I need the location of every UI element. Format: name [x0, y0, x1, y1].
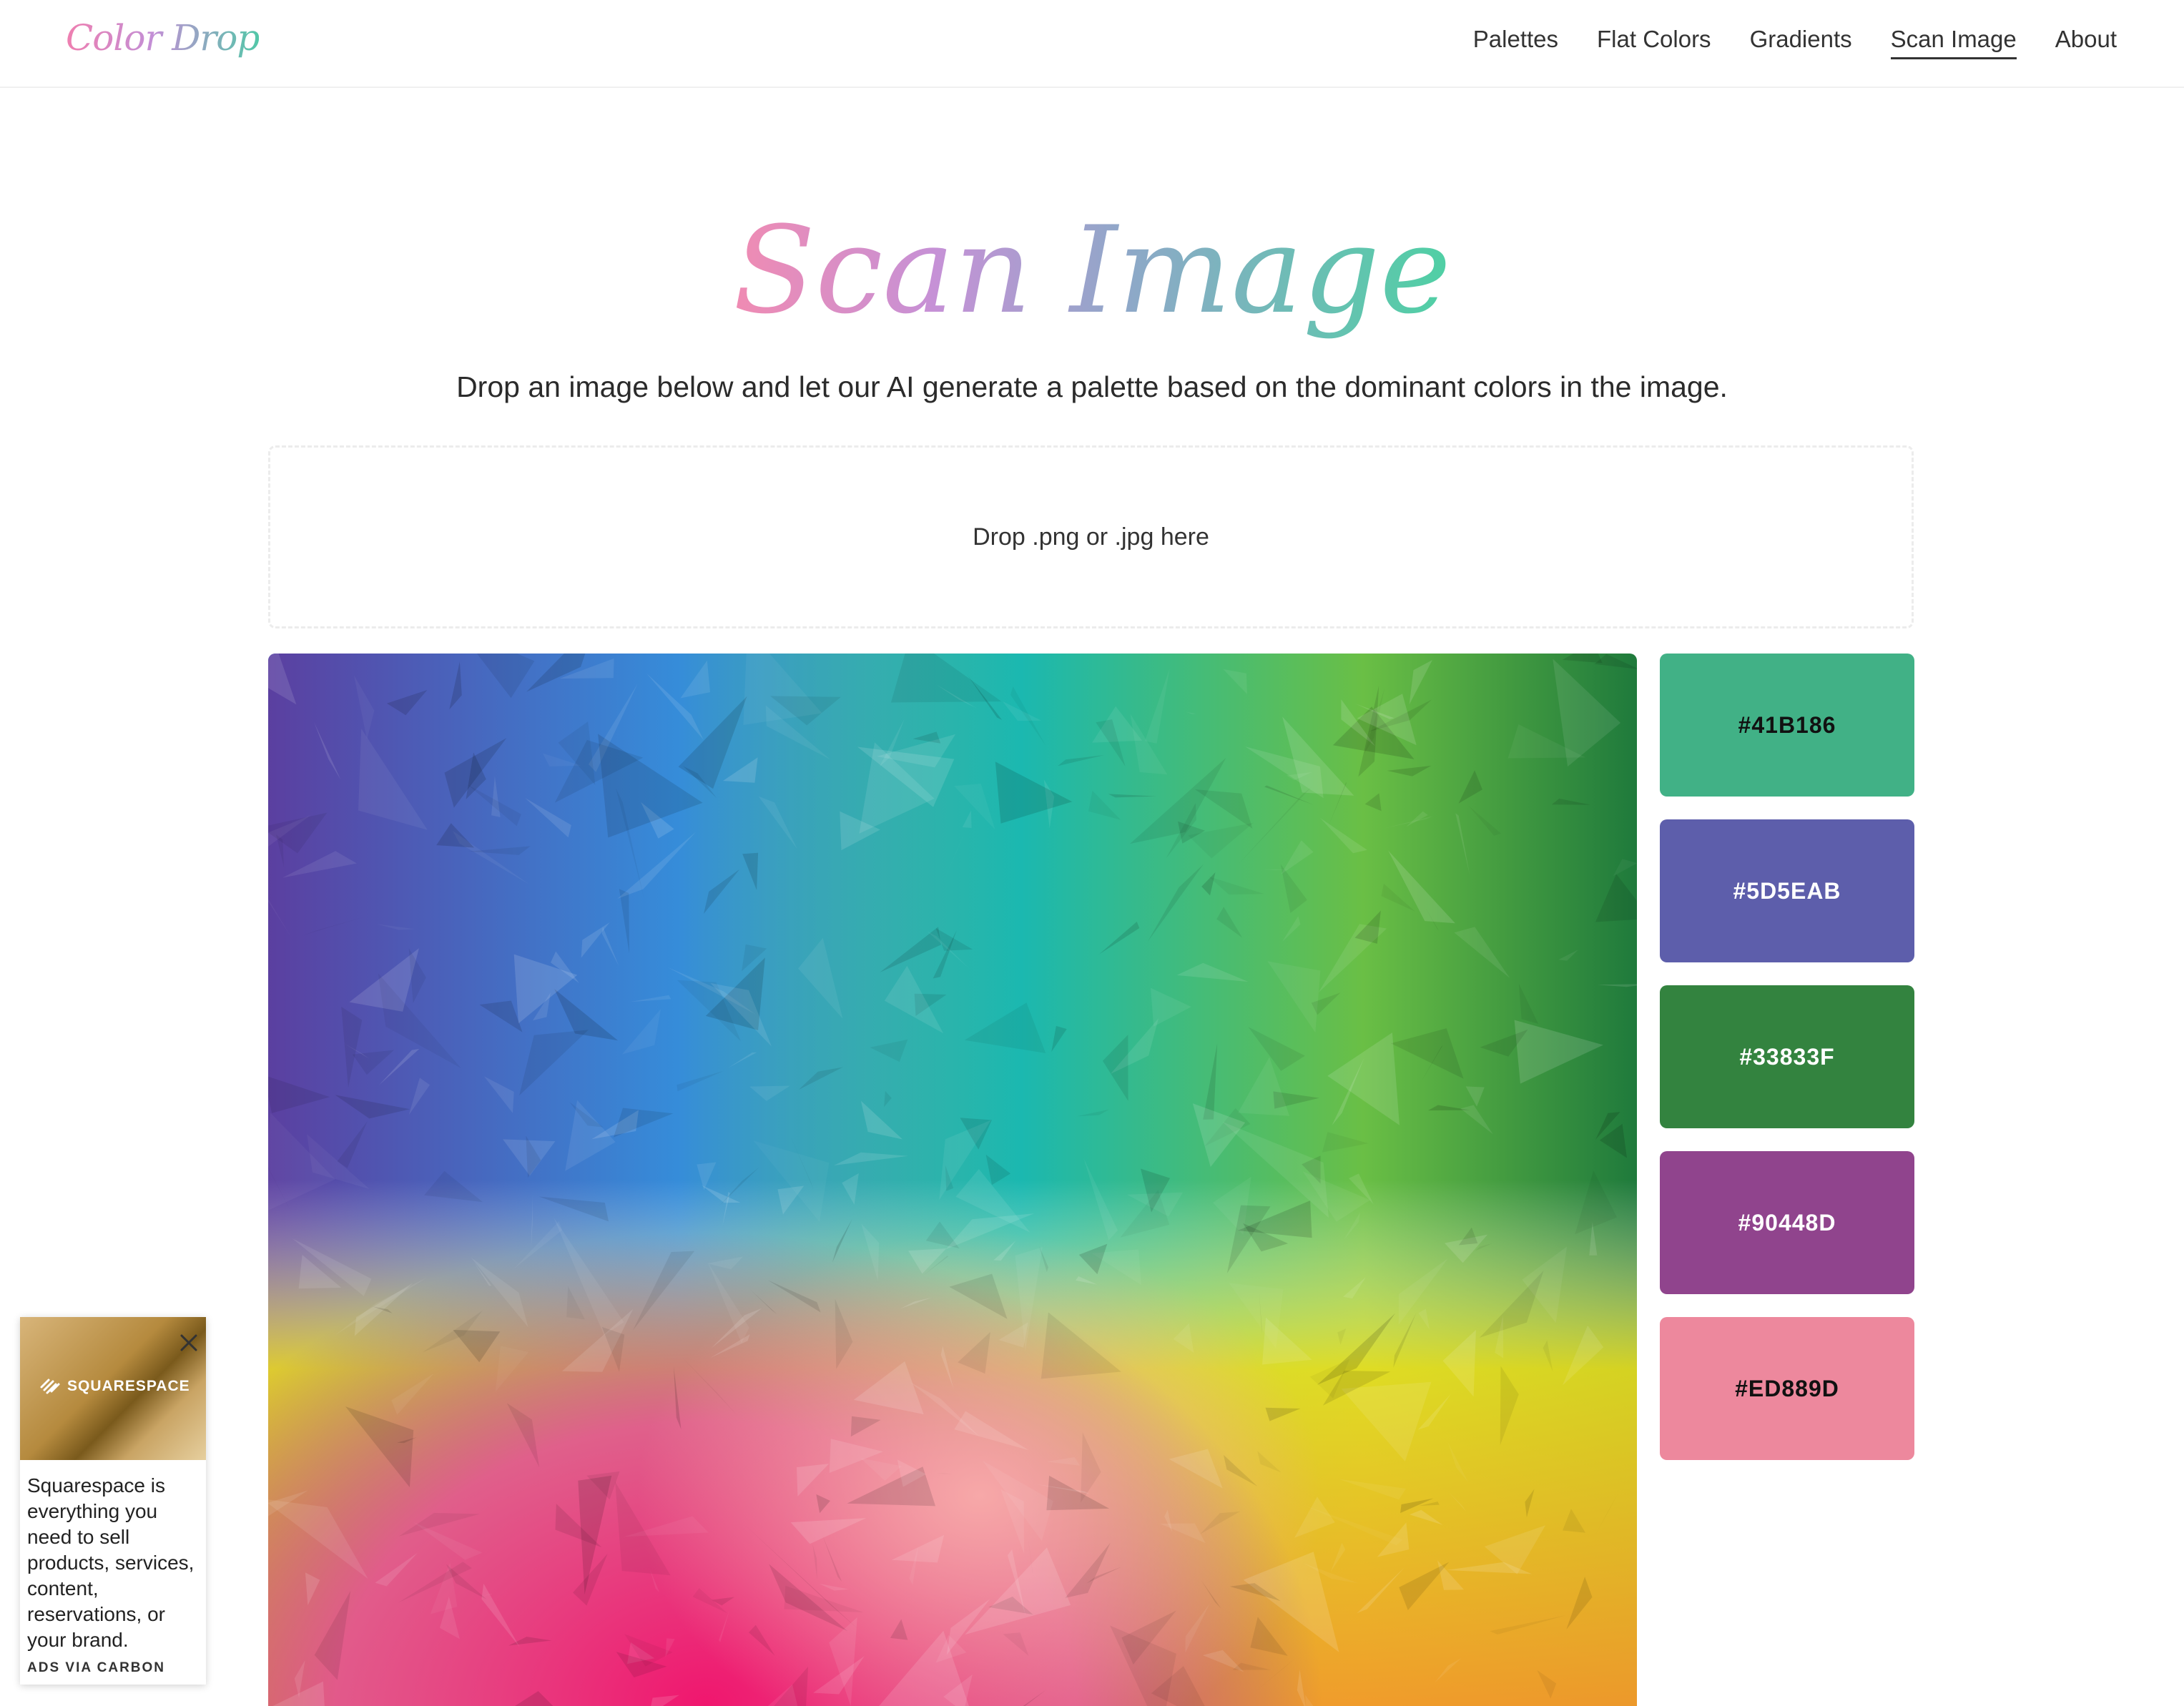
- palette-swatch-3[interactable]: #33833F: [1660, 985, 1914, 1128]
- uploaded-image-preview: [268, 654, 1637, 1706]
- ad-brand-text: SQUARESPACE: [67, 1378, 190, 1394]
- nav-flat-colors[interactable]: Flat Colors: [1597, 26, 1711, 59]
- nav-gradients[interactable]: Gradients: [1750, 26, 1852, 59]
- image-dropzone[interactable]: Drop .png or .jpg here: [268, 445, 1914, 628]
- swatch-hex-label: #33833F: [1739, 1043, 1835, 1070]
- ad-text[interactable]: Squarespace is everything you need to se…: [27, 1473, 199, 1653]
- carbon-ad[interactable]: SQUARESPACE Squarespace is everything yo…: [20, 1317, 206, 1685]
- header: Color Drop Palettes Flat Colors Gradient…: [0, 0, 2184, 88]
- page-subtitle: Drop an image below and let our AI gener…: [456, 370, 1728, 403]
- palette-swatch-5[interactable]: #ED889D: [1660, 1317, 1914, 1460]
- ad-brand: SQUARESPACE: [39, 1377, 190, 1396]
- low-poly-image: [268, 654, 1637, 1706]
- ad-image[interactable]: SQUARESPACE: [20, 1317, 206, 1460]
- logo[interactable]: Color Drop: [66, 17, 260, 59]
- swatch-hex-label: #90448D: [1738, 1209, 1836, 1236]
- palette-swatch-4[interactable]: #90448D: [1660, 1151, 1914, 1294]
- swatch-hex-label: #41B186: [1738, 711, 1836, 738]
- page-title-text: Scan Image: [733, 200, 1451, 340]
- close-icon[interactable]: [177, 1331, 200, 1354]
- dropzone-label: Drop .png or .jpg here: [973, 523, 1209, 551]
- nav-scan-image[interactable]: Scan Image: [1890, 26, 2017, 59]
- nav-palettes[interactable]: Palettes: [1473, 26, 1558, 59]
- swatch-hex-label: #ED889D: [1735, 1375, 1839, 1401]
- palette-swatch-1[interactable]: #41B186: [1660, 654, 1914, 797]
- page-title: Scan Image: [0, 192, 2184, 349]
- ad-via-carbon[interactable]: ADS VIA CARBON: [27, 1660, 165, 1676]
- squarespace-logo-icon: [40, 1379, 60, 1394]
- palette-swatch-2[interactable]: #5D5EAB: [1660, 819, 1914, 962]
- main-nav: Palettes Flat Colors Gradients Scan Imag…: [1473, 26, 2117, 59]
- nav-about[interactable]: About: [2055, 26, 2117, 59]
- swatch-hex-label: #5D5EAB: [1733, 877, 1841, 904]
